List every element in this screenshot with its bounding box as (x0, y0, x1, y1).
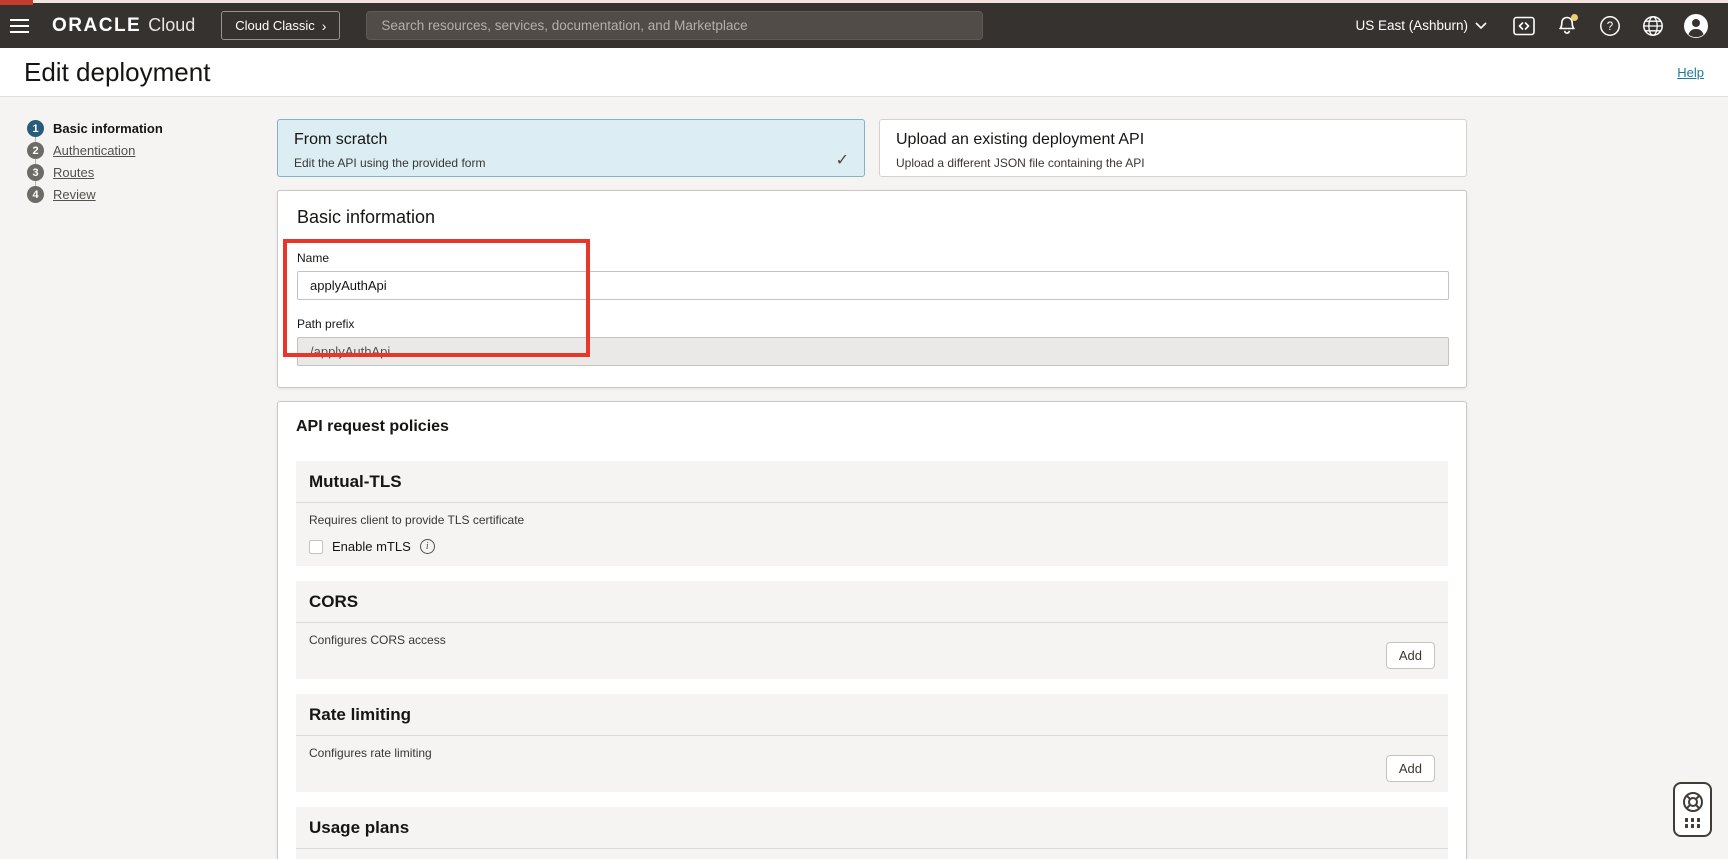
wizard-stepper: 1 Basic information 2 Authentication 3 R… (27, 119, 237, 207)
step-number-badge: 2 (27, 142, 44, 159)
basic-information-card: Basic information Name Path prefix (277, 190, 1467, 388)
life-ring-icon (1682, 791, 1704, 813)
enable-mtls-checkbox[interactable] (309, 540, 323, 554)
cloud-shell-icon[interactable] (1508, 10, 1540, 42)
api-request-policies-title: API request policies (296, 418, 1448, 436)
policy-section-title: CORS (296, 581, 1448, 623)
step-number-badge: 3 (27, 164, 44, 181)
enable-mtls-row: Enable mTLS i (309, 539, 1435, 554)
choice-card-upload-api[interactable]: Upload an existing deployment API Upload… (879, 119, 1467, 177)
policy-section-title: Rate limiting (296, 694, 1448, 736)
dots-grid-icon (1685, 818, 1701, 828)
step-label: Basic information (53, 121, 163, 136)
api-request-policies-card: API request policies Mutual-TLS Requires… (277, 401, 1467, 859)
policy-section-title: Usage plans (296, 807, 1448, 849)
choice-subtitle: Edit the API using the provided form (294, 156, 848, 170)
cloud-classic-label: Cloud Classic (235, 18, 314, 33)
path-prefix-input (297, 337, 1449, 366)
stepper-item-routes[interactable]: 3 Routes (27, 163, 237, 182)
enable-mtls-label: Enable mTLS (332, 539, 411, 554)
selected-check-icon: ✓ (836, 150, 849, 170)
hamburger-menu-icon[interactable] (10, 12, 38, 40)
stepper-item-review[interactable]: 4 Review (27, 185, 237, 204)
source-choice-row: From scratch Edit the API using the prov… (277, 119, 1467, 177)
region-selector[interactable]: US East (Ashburn) (1355, 18, 1487, 33)
page-header: Edit deployment Help (0, 48, 1728, 97)
step-number-badge: 4 (27, 186, 44, 203)
rate-limiting-add-button[interactable]: Add (1386, 755, 1435, 782)
choice-title: Upload an existing deployment API (896, 131, 1450, 149)
language-globe-icon[interactable] (1637, 10, 1669, 42)
notification-dot (1571, 14, 1578, 21)
chevron-down-icon (1475, 22, 1487, 30)
browser-tab-marker (0, 0, 33, 5)
policy-description: Configures rate limiting (309, 746, 1435, 760)
choice-title: From scratch (294, 131, 848, 149)
policy-section-usage-plans: Usage plans Configures usage plans Add (296, 807, 1448, 859)
chevron-right-icon: › (322, 21, 327, 31)
choice-card-from-scratch[interactable]: From scratch Edit the API using the prov… (277, 119, 865, 177)
path-prefix-label: Path prefix (297, 317, 1447, 331)
policy-section-body: Requires client to provide TLS certifica… (296, 503, 1448, 566)
cloud-classic-button[interactable]: Cloud Classic › (221, 11, 340, 40)
search-container (366, 11, 983, 40)
user-avatar-icon[interactable] (1680, 10, 1712, 42)
region-label: US East (Ashburn) (1355, 18, 1468, 33)
logo-cloud-text: Cloud (148, 15, 195, 36)
policy-section-cors: CORS Configures CORS access Add (296, 581, 1448, 679)
stepper-item-basic-information[interactable]: 1 Basic information (27, 119, 237, 138)
cors-add-button[interactable]: Add (1386, 642, 1435, 669)
logo-oracle-text: ORACLE (52, 15, 141, 37)
name-input[interactable] (297, 271, 1449, 300)
basic-information-title: Basic information (297, 207, 1447, 228)
policy-description: Configures CORS access (309, 633, 1435, 647)
policy-description: Requires client to provide TLS certifica… (309, 513, 1435, 527)
step-label: Review (53, 187, 96, 202)
help-question-icon[interactable]: ? (1594, 10, 1626, 42)
help-link[interactable]: Help (1677, 65, 1704, 80)
step-label: Routes (53, 165, 94, 180)
policy-section-body: Configures usage plans Add (296, 849, 1448, 859)
step-number-badge: 1 (27, 120, 44, 137)
support-launcher-widget[interactable] (1673, 782, 1712, 837)
search-input[interactable] (366, 11, 983, 40)
stepper-item-authentication[interactable]: 2 Authentication (27, 141, 237, 160)
notifications-bell-icon[interactable] (1551, 10, 1583, 42)
main-content: From scratch Edit the API using the prov… (277, 119, 1467, 859)
info-icon[interactable]: i (420, 539, 435, 554)
topbar-right: US East (Ashburn) ? (1355, 10, 1712, 42)
choice-subtitle: Upload a different JSON file containing … (896, 156, 1450, 170)
policy-section-title: Mutual-TLS (296, 461, 1448, 503)
name-field-label: Name (297, 251, 1447, 265)
policy-section-body: Configures CORS access Add (296, 623, 1448, 679)
policy-section-rate-limiting: Rate limiting Configures rate limiting A… (296, 694, 1448, 792)
oracle-cloud-logo[interactable]: ORACLE Cloud (52, 15, 195, 37)
browser-loading-strip (0, 0, 1728, 3)
topbar: ORACLE Cloud Cloud Classic › US East (As… (0, 0, 1728, 48)
svg-text:?: ? (1607, 21, 1613, 33)
policy-section-mutual-tls: Mutual-TLS Requires client to provide TL… (296, 461, 1448, 566)
step-label: Authentication (53, 143, 135, 158)
policy-section-body: Configures rate limiting Add (296, 736, 1448, 792)
page-title: Edit deployment (24, 57, 210, 88)
